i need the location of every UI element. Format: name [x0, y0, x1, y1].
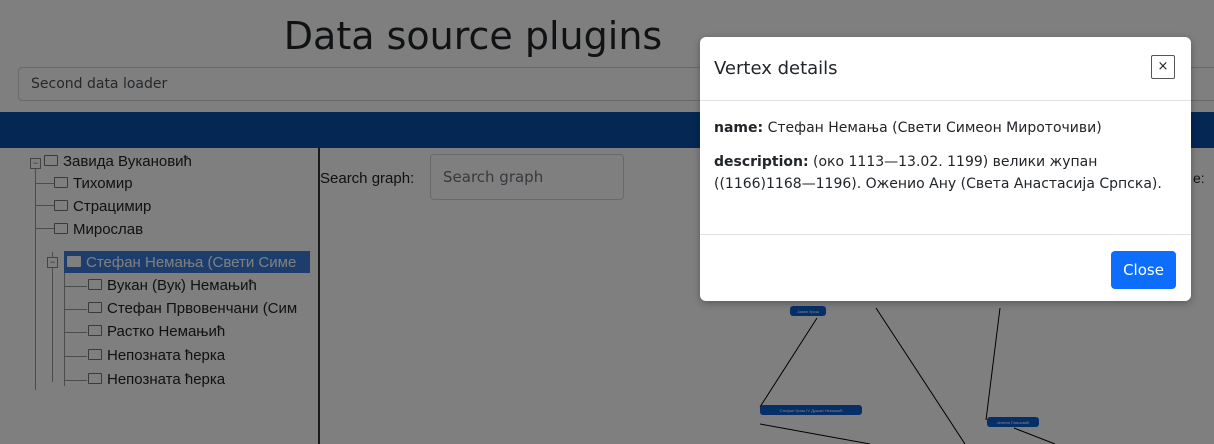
modal-header: Vertex details × — [700, 37, 1191, 101]
modal-body: name: Стефан Немања (Свети Симеон Мирото… — [714, 117, 1176, 207]
close-button[interactable]: Close — [1111, 251, 1176, 289]
name-field: name: Стефан Немања (Свети Симеон Мирото… — [714, 117, 1176, 139]
name-value: Стефан Немања (Свети Симеон Мироточиви) — [767, 120, 1102, 136]
name-label: name: — [714, 120, 764, 136]
modal-footer: Close — [700, 234, 1191, 302]
description-label: description: — [714, 154, 809, 170]
modal-title: Vertex details — [714, 58, 838, 79]
vertex-details-modal: Vertex details × name: Стефан Немања (Св… — [700, 37, 1191, 301]
description-field: description: (око 1113—13.02. 1199) вели… — [714, 151, 1176, 195]
close-icon[interactable]: × — [1151, 55, 1175, 79]
